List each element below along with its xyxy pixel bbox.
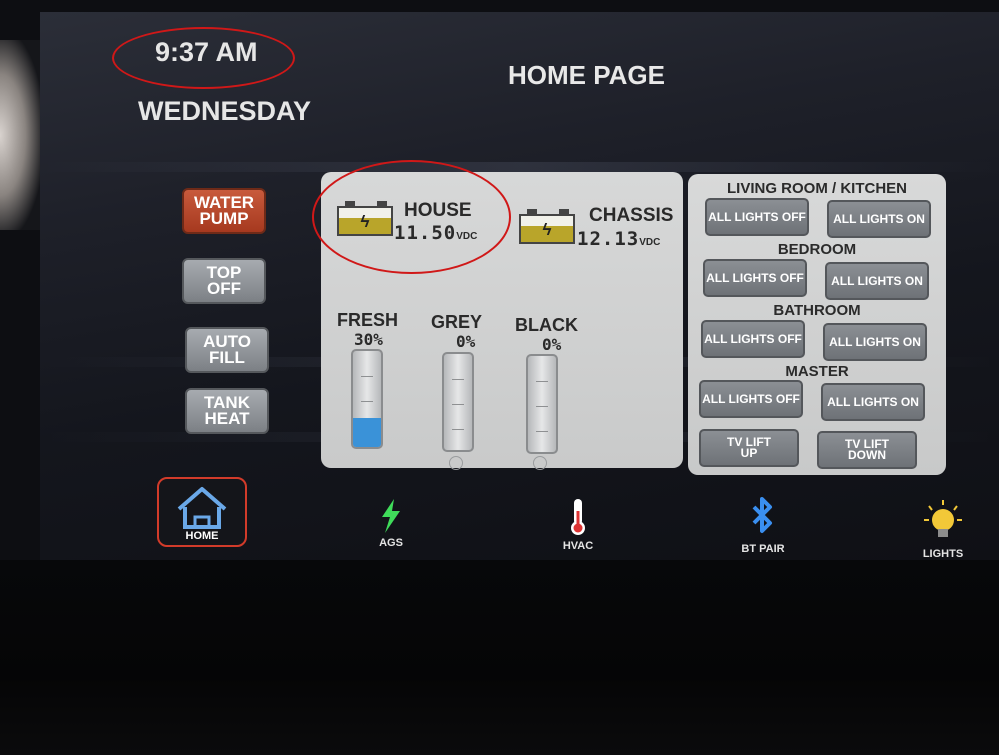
nav-hvac-button[interactable]: HVAC [550,497,606,552]
gauge-tick [536,431,548,432]
chassis-voltage-value: 12.13 [577,228,640,250]
device-bezel [0,560,999,755]
grey-tank-percent: 0% [456,332,476,351]
nav-hvac-label: HVAC [562,540,594,552]
chassis-battery-voltage: 12.13VDC [577,228,660,250]
nav-home-label: HOME [185,530,219,542]
fresh-tank-name: FRESH [337,310,399,330]
photo-frame: 9:37 AM WEDNESDAY HOME PAGE WATER PUMP T… [0,0,999,755]
light-bulb-icon [924,500,962,537]
annotation-circle-time [112,27,295,89]
black-tank-name: BLACK [515,315,578,335]
grey-tank-gauge [442,352,474,452]
fresh-tank-gauge [351,349,383,449]
finger-glare [0,40,40,230]
nav-ags-label: AGS [379,537,403,549]
bedroom-lights-on-button[interactable]: ALL LIGHTS ON [825,262,929,300]
gauge-tick [452,379,464,380]
top-off-label: TOP OFF [206,263,242,298]
master-lights-off-button[interactable]: ALL LIGHTS OFF [699,380,803,418]
tv-lift-down-button[interactable]: TV LIFT DOWN [817,431,917,469]
gauge-tick [361,401,373,402]
nav-lights-label: LIGHTS [922,548,964,560]
grey-tank-name: GREY [431,312,483,332]
lighting-panel: LIVING ROOM / KITCHEN ALL LIGHTS OFF ALL… [688,174,946,475]
glare-streak [40,162,999,172]
battery-terminal [527,209,537,214]
tv-lift-down-label: TV LIFT DOWN [845,437,889,462]
master-lights-on-button[interactable]: ALL LIGHTS ON [821,383,925,421]
bathroom-lights-off-button[interactable]: ALL LIGHTS OFF [701,320,805,358]
nav-ags-button[interactable]: AGS [366,497,416,549]
fresh-tank-level [353,418,381,447]
gauge-tick [361,376,373,377]
nav-bt-pair-button[interactable]: BT PAIR [730,495,796,555]
gauge-tick [452,429,464,430]
living-room-lights-off-button[interactable]: ALL LIGHTS OFF [705,198,809,236]
water-pump-label: WATER PUMP [193,193,255,228]
room-label-master: MASTER [785,363,849,380]
room-label-bedroom: BEDROOM [777,241,857,258]
tank-heat-label: TANK HEAT [204,393,250,428]
tv-lift-up-button[interactable]: TV LIFT UP [699,429,799,467]
bathroom-lights-on-button[interactable]: ALL LIGHTS ON [823,323,927,361]
lightning-bolt-icon [382,499,400,533]
water-pump-button[interactable]: WATER PUMP [182,188,266,234]
gauge-tick [452,404,464,405]
auto-fill-button[interactable]: AUTO FILL [185,327,269,373]
drain-valve-icon[interactable] [533,456,547,470]
nav-home-button[interactable]: HOME [157,477,247,547]
auto-fill-label: AUTO FILL [203,332,251,367]
status-panel: ϟ HOUSE 11.50VDC ϟ CHASSIS 12.13VDC FRES… [312,160,683,470]
room-label-bathroom: BATHROOM [773,302,861,319]
nav-bt-pair-label: BT PAIR [741,543,785,555]
chassis-battery-name: CHASSIS [589,205,674,226]
fresh-tank-percent: 30% [354,330,383,349]
thermometer-icon [571,499,585,535]
annotation-circle-house-battery [312,160,511,274]
page-title: HOME PAGE [508,60,665,90]
black-tank-percent: 0% [542,335,562,354]
nav-lights-button[interactable]: LIGHTS [912,498,974,560]
room-label-living-room: LIVING ROOM / KITCHEN [727,180,907,197]
bluetooth-icon [752,497,772,533]
gauge-tick [536,406,548,407]
living-room-lights-on-button[interactable]: ALL LIGHTS ON [827,200,931,238]
tv-lift-up-label: TV LIFT UP [727,435,771,460]
top-off-button[interactable]: TOP OFF [182,258,266,304]
touch-screen: 9:37 AM WEDNESDAY HOME PAGE WATER PUMP T… [40,12,999,560]
day-of-week: WEDNESDAY [138,96,312,126]
drain-valve-icon[interactable] [449,456,463,470]
battery-charging-icon: ϟ [519,209,575,244]
chassis-voltage-unit: VDC [639,237,661,248]
tank-heat-button[interactable]: TANK HEAT [185,388,269,434]
battery-terminal [559,209,569,214]
bolt-glyph: ϟ [542,220,552,239]
black-tank-gauge [526,354,558,454]
gauge-tick [536,381,548,382]
bedroom-lights-off-button[interactable]: ALL LIGHTS OFF [703,259,807,297]
